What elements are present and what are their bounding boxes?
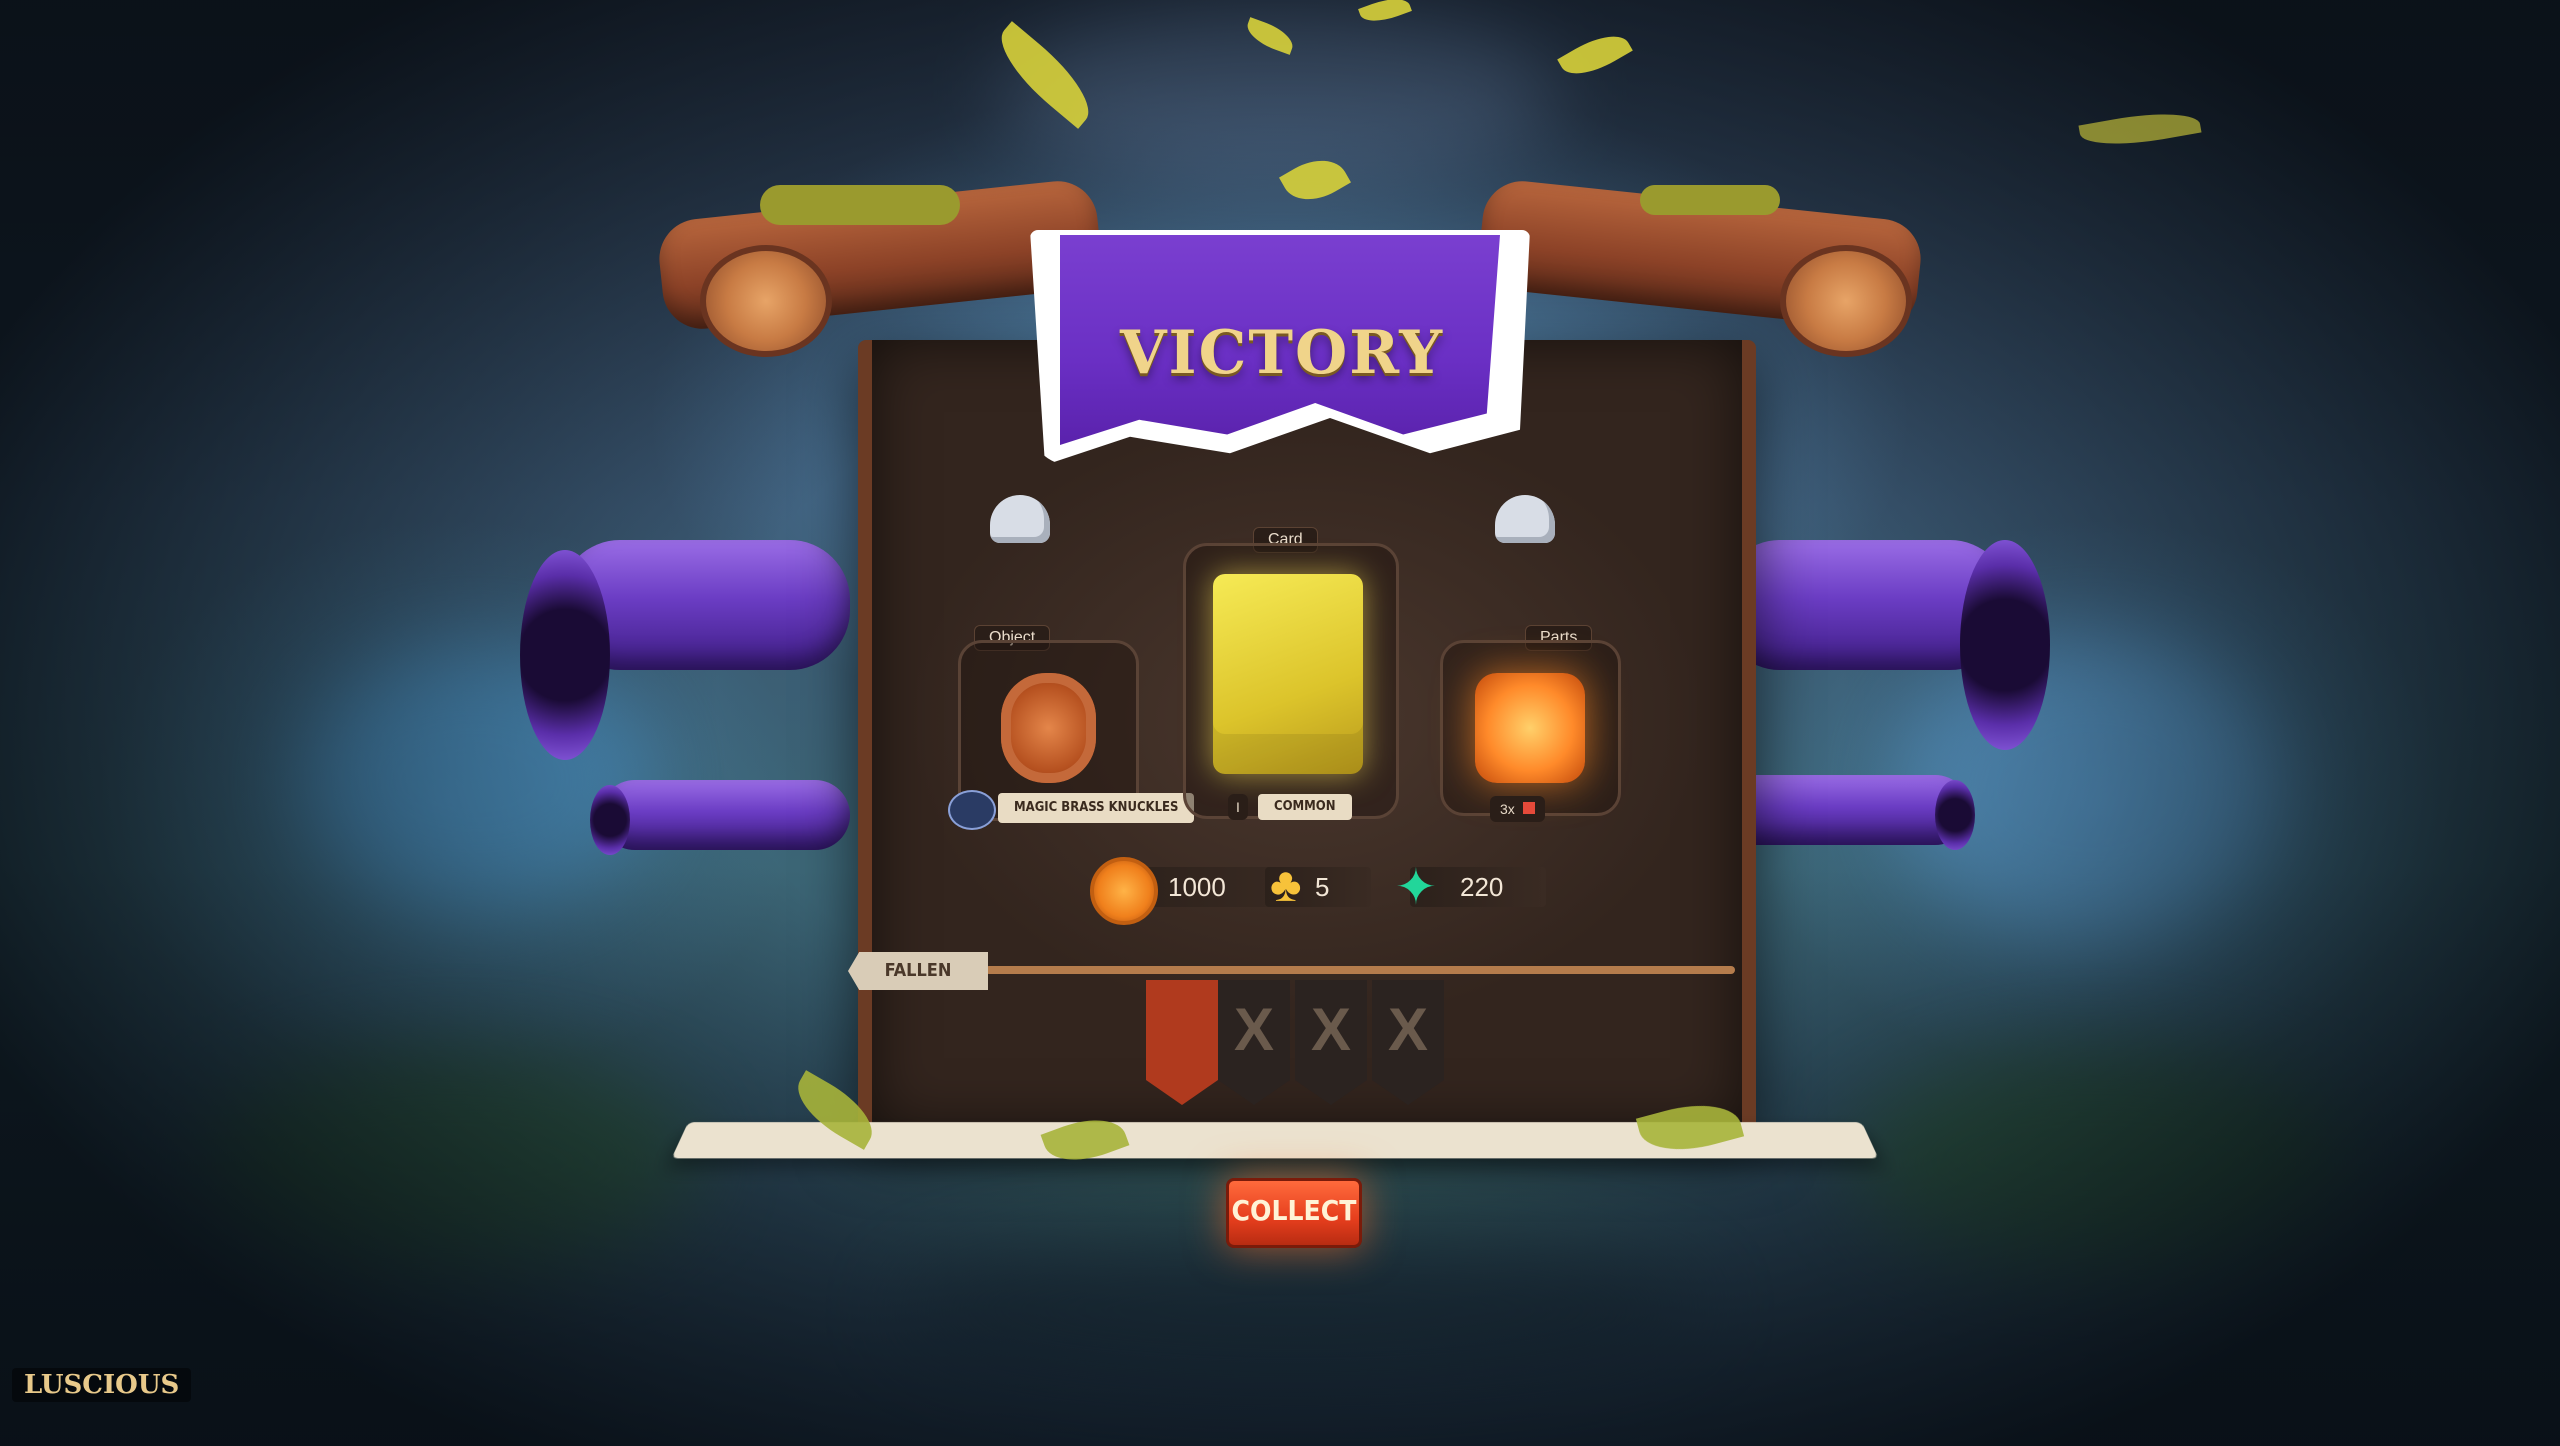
parts-count: 3x xyxy=(1500,801,1515,817)
right-cannon-mouth xyxy=(1960,540,2050,750)
card-level-chip: I xyxy=(1228,794,1248,820)
collect-button[interactable]: COLLECT xyxy=(1226,1178,1362,1248)
left-cannon-bottom xyxy=(600,780,850,850)
gold-coin-icon xyxy=(1090,857,1158,925)
fallen-hero-slot[interactable]: X xyxy=(1218,980,1290,1105)
gem-amount: 220 xyxy=(1460,872,1504,902)
emerald-star-icon: ✦ xyxy=(1395,859,1437,915)
parts-count-chip: 3x xyxy=(1490,796,1545,822)
victory-title: VICTORY xyxy=(1120,318,1445,388)
card-slot[interactable] xyxy=(1183,543,1399,819)
fallen-heroes-rope xyxy=(985,966,1735,974)
log-end xyxy=(700,245,832,357)
glowing-part-icon xyxy=(1475,673,1585,783)
brass-knuckles-icon xyxy=(1001,673,1096,783)
card-rarity-tag: COMMON xyxy=(1258,794,1352,820)
gold-amount: 1000 xyxy=(1168,872,1226,902)
clover-icon: ♣ xyxy=(1270,859,1302,912)
left-cannon-bottom-mouth xyxy=(590,785,630,855)
card-envelope-icon xyxy=(1213,574,1363,774)
log-end xyxy=(1780,245,1912,357)
object-name-tag: MAGIC BRASS KNUCKLES xyxy=(998,793,1195,823)
clover-amount: 5 xyxy=(1315,872,1330,902)
studio-logo: LUSCIOUS xyxy=(12,1368,192,1402)
moss xyxy=(1640,185,1780,215)
moss xyxy=(760,185,960,225)
fallen-hero-slot[interactable]: X xyxy=(1372,980,1444,1105)
parts-slot[interactable] xyxy=(1440,640,1621,816)
right-cannon-bottom-mouth xyxy=(1935,780,1975,850)
right-cannon-bottom xyxy=(1720,775,1970,845)
object-owner-avatar xyxy=(948,790,996,830)
fallen-heroes-label: FALLEN HEROES xyxy=(848,952,988,990)
part-icon xyxy=(1522,802,1535,814)
fallen-hero-slot[interactable]: X xyxy=(1295,980,1367,1105)
fallen-hero-slot[interactable] xyxy=(1146,980,1218,1105)
left-cannon-mouth xyxy=(520,550,610,760)
